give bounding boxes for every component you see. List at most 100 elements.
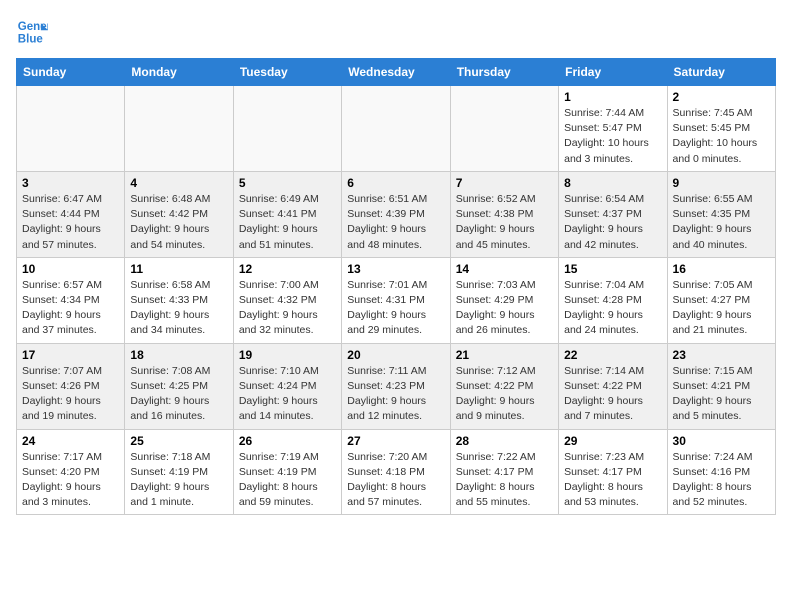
day-number: 5 [239,176,336,190]
day-info: Sunrise: 7:04 AM Sunset: 4:28 PM Dayligh… [564,278,661,339]
calendar-cell [125,86,233,172]
calendar-week-3: 10 Sunrise: 6:57 AM Sunset: 4:34 PM Dayli… [17,257,776,343]
calendar-cell: 20 Sunrise: 7:11 AM Sunset: 4:23 PM Dayli… [342,343,450,429]
day-info: Sunrise: 7:14 AM Sunset: 4:22 PM Dayligh… [564,364,661,425]
calendar-week-1: 1 Sunrise: 7:44 AM Sunset: 5:47 PM Daylig… [17,86,776,172]
day-number: 13 [347,262,444,276]
calendar-cell: 14 Sunrise: 7:03 AM Sunset: 4:29 PM Dayli… [450,257,558,343]
day-info: Sunrise: 7:12 AM Sunset: 4:22 PM Dayligh… [456,364,553,425]
day-number: 22 [564,348,661,362]
day-info: Sunrise: 7:17 AM Sunset: 4:20 PM Dayligh… [22,450,119,511]
logo-icon: General Blue [16,16,48,48]
day-info: Sunrise: 7:20 AM Sunset: 4:18 PM Dayligh… [347,450,444,511]
header: General Blue [16,16,776,48]
calendar-cell: 5 Sunrise: 6:49 AM Sunset: 4:41 PM Daylig… [233,171,341,257]
weekday-header-tuesday: Tuesday [233,59,341,86]
calendar-cell: 1 Sunrise: 7:44 AM Sunset: 5:47 PM Daylig… [559,86,667,172]
calendar-cell: 4 Sunrise: 6:48 AM Sunset: 4:42 PM Daylig… [125,171,233,257]
day-number: 20 [347,348,444,362]
day-number: 26 [239,434,336,448]
calendar-week-5: 24Sunrise: 7:17 AM Sunset: 4:20 PM Dayli… [17,429,776,515]
day-info: Sunrise: 6:51 AM Sunset: 4:39 PM Dayligh… [347,192,444,253]
calendar-cell: 16Sunrise: 7:05 AM Sunset: 4:27 PM Dayli… [667,257,775,343]
day-number: 1 [564,90,661,104]
day-info: Sunrise: 7:44 AM Sunset: 5:47 PM Dayligh… [564,106,661,167]
calendar-cell [342,86,450,172]
day-info: Sunrise: 6:57 AM Sunset: 4:34 PM Dayligh… [22,278,119,339]
day-info: Sunrise: 6:49 AM Sunset: 4:41 PM Dayligh… [239,192,336,253]
day-number: 15 [564,262,661,276]
day-info: Sunrise: 7:03 AM Sunset: 4:29 PM Dayligh… [456,278,553,339]
calendar-cell: 30 Sunrise: 7:24 AM Sunset: 4:16 PM Dayli… [667,429,775,515]
calendar-cell: 12 Sunrise: 7:00 AM Sunset: 4:32 PM Dayli… [233,257,341,343]
day-info: Sunrise: 7:01 AM Sunset: 4:31 PM Dayligh… [347,278,444,339]
weekday-header-monday: Monday [125,59,233,86]
day-info: Sunrise: 6:54 AM Sunset: 4:37 PM Dayligh… [564,192,661,253]
day-number: 14 [456,262,553,276]
day-number: 10 [22,262,119,276]
calendar-cell: 19Sunrise: 7:10 AM Sunset: 4:24 PM Dayli… [233,343,341,429]
day-info: Sunrise: 7:24 AM Sunset: 4:16 PM Dayligh… [673,450,770,511]
calendar-cell: 24Sunrise: 7:17 AM Sunset: 4:20 PM Dayli… [17,429,125,515]
logo: General Blue [16,16,48,48]
day-number: 2 [673,90,770,104]
day-info: Sunrise: 7:45 AM Sunset: 5:45 PM Dayligh… [673,106,770,167]
day-number: 11 [130,262,227,276]
day-info: Sunrise: 7:22 AM Sunset: 4:17 PM Dayligh… [456,450,553,511]
calendar-cell: 15 Sunrise: 7:04 AM Sunset: 4:28 PM Dayli… [559,257,667,343]
day-number: 18 [130,348,227,362]
calendar-cell: 17 Sunrise: 7:07 AM Sunset: 4:26 PM Dayli… [17,343,125,429]
day-info: Sunrise: 7:11 AM Sunset: 4:23 PM Dayligh… [347,364,444,425]
calendar-cell [17,86,125,172]
day-info: Sunrise: 6:47 AM Sunset: 4:44 PM Dayligh… [22,192,119,253]
day-info: Sunrise: 6:48 AM Sunset: 4:42 PM Dayligh… [130,192,227,253]
svg-text:Blue: Blue [18,34,44,46]
calendar-cell: 27Sunrise: 7:20 AM Sunset: 4:18 PM Dayli… [342,429,450,515]
day-number: 21 [456,348,553,362]
calendar-cell [450,86,558,172]
day-info: Sunrise: 7:10 AM Sunset: 4:24 PM Dayligh… [239,364,336,425]
calendar-cell: 23Sunrise: 7:15 AM Sunset: 4:21 PM Dayli… [667,343,775,429]
day-info: Sunrise: 7:23 AM Sunset: 4:17 PM Dayligh… [564,450,661,511]
day-info: Sunrise: 6:52 AM Sunset: 4:38 PM Dayligh… [456,192,553,253]
day-info: Sunrise: 7:08 AM Sunset: 4:25 PM Dayligh… [130,364,227,425]
calendar-cell: 7 Sunrise: 6:52 AM Sunset: 4:38 PM Daylig… [450,171,558,257]
calendar-cell: 25 Sunrise: 7:18 AM Sunset: 4:19 PM Dayli… [125,429,233,515]
calendar-cell [233,86,341,172]
day-info: Sunrise: 7:15 AM Sunset: 4:21 PM Dayligh… [673,364,770,425]
weekday-header-saturday: Saturday [667,59,775,86]
day-number: 6 [347,176,444,190]
calendar-cell: 9 Sunrise: 6:55 AM Sunset: 4:35 PM Daylig… [667,171,775,257]
calendar-cell: 18 Sunrise: 7:08 AM Sunset: 4:25 PM Dayli… [125,343,233,429]
day-number: 25 [130,434,227,448]
day-info: Sunrise: 7:05 AM Sunset: 4:27 PM Dayligh… [673,278,770,339]
day-info: Sunrise: 7:18 AM Sunset: 4:19 PM Dayligh… [130,450,227,511]
day-number: 29 [564,434,661,448]
calendar-cell: 26 Sunrise: 7:19 AM Sunset: 4:19 PM Dayli… [233,429,341,515]
weekday-header-sunday: Sunday [17,59,125,86]
weekday-header-wednesday: Wednesday [342,59,450,86]
calendar-cell: 22 Sunrise: 7:14 AM Sunset: 4:22 PM Dayli… [559,343,667,429]
calendar-cell: 8 Sunrise: 6:54 AM Sunset: 4:37 PM Daylig… [559,171,667,257]
day-number: 28 [456,434,553,448]
day-info: Sunrise: 7:19 AM Sunset: 4:19 PM Dayligh… [239,450,336,511]
day-number: 12 [239,262,336,276]
day-number: 9 [673,176,770,190]
day-number: 17 [22,348,119,362]
calendar-week-2: 3 Sunrise: 6:47 AM Sunset: 4:44 PM Daylig… [17,171,776,257]
day-info: Sunrise: 6:55 AM Sunset: 4:35 PM Dayligh… [673,192,770,253]
weekday-header-thursday: Thursday [450,59,558,86]
calendar-cell: 2 Sunrise: 7:45 AM Sunset: 5:45 PM Daylig… [667,86,775,172]
day-info: Sunrise: 7:00 AM Sunset: 4:32 PM Dayligh… [239,278,336,339]
weekday-header-friday: Friday [559,59,667,86]
day-number: 30 [673,434,770,448]
calendar-cell: 13 Sunrise: 7:01 AM Sunset: 4:31 PM Dayli… [342,257,450,343]
day-number: 8 [564,176,661,190]
day-info: Sunrise: 7:07 AM Sunset: 4:26 PM Dayligh… [22,364,119,425]
calendar-cell: 28 Sunrise: 7:22 AM Sunset: 4:17 PM Dayli… [450,429,558,515]
day-number: 7 [456,176,553,190]
calendar-week-4: 17 Sunrise: 7:07 AM Sunset: 4:26 PM Dayli… [17,343,776,429]
day-number: 4 [130,176,227,190]
calendar-cell: 21 Sunrise: 7:12 AM Sunset: 4:22 PM Dayli… [450,343,558,429]
day-number: 3 [22,176,119,190]
